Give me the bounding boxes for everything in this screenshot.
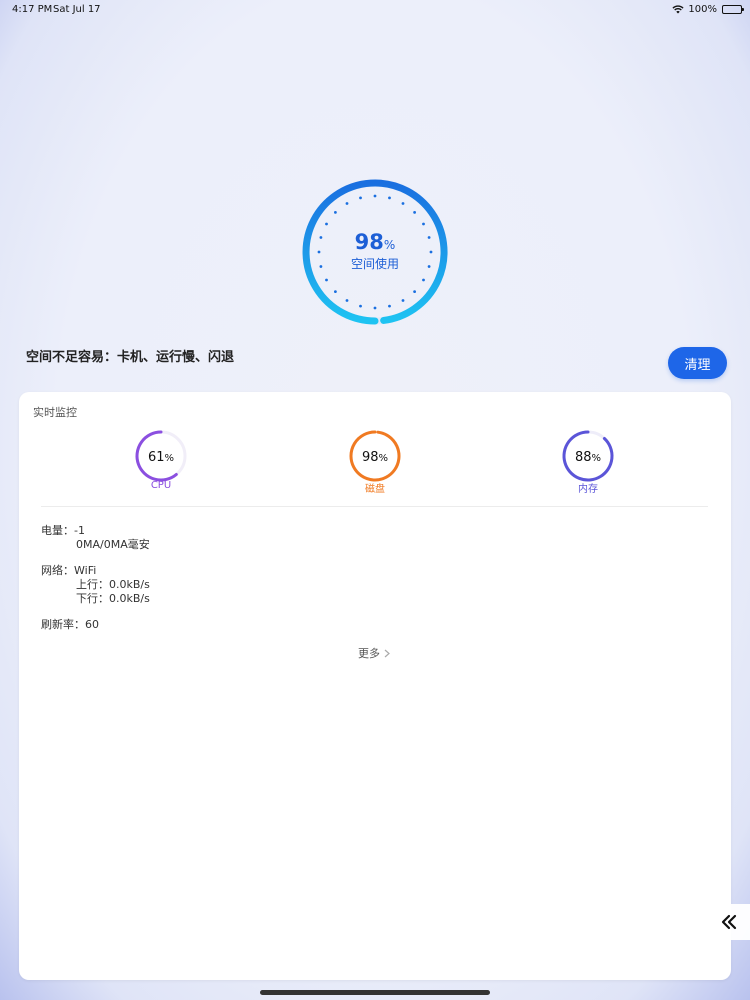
- dial-dot: [345, 299, 349, 302]
- double-chevron-left-icon: [721, 914, 736, 930]
- battery-icon: [722, 5, 744, 14]
- monitor-title: 实时监控: [33, 406, 77, 419]
- wifi-icon: [672, 5, 684, 14]
- dial-dot: [334, 290, 337, 293]
- status-bar: 4:17 PM Sat Jul 17 100%: [0, 0, 750, 20]
- battery-percent: 100%: [688, 4, 717, 15]
- storage-unit: %: [383, 238, 396, 252]
- status-date: Sat Jul 17: [53, 4, 101, 15]
- refresh-row: 刷新率：60: [41, 616, 99, 632]
- dial-dot: [359, 304, 362, 308]
- dial-dot: [334, 211, 337, 214]
- dial-dot: [345, 202, 349, 205]
- more-label: 更多: [358, 647, 380, 660]
- storage-label: 空间使用: [350, 257, 399, 271]
- more-link[interactable]: 更多: [358, 645, 390, 661]
- storage-percent: 98: [354, 230, 384, 254]
- home-indicator: [260, 990, 490, 995]
- status-time: 4:17 PM: [12, 4, 53, 15]
- side-collapse-button[interactable]: [707, 904, 750, 940]
- dial-dot: [401, 202, 405, 205]
- dial-dot: [325, 278, 328, 282]
- dial-dot: [325, 222, 328, 226]
- memory-label: 内存: [578, 484, 598, 495]
- chevron-right-icon: [384, 649, 390, 657]
- disk-label: 磁盘: [365, 484, 385, 495]
- divider: [41, 506, 708, 507]
- dial-dot: [373, 194, 377, 198]
- battery-detail: 0MA/0MA毫安: [76, 538, 150, 551]
- storage-readout: 98% 空间使用: [301, 230, 449, 272]
- refresh-label: 刷新率：: [41, 618, 85, 631]
- network-down: 下行：0.0kB/s: [76, 592, 150, 605]
- cpu-label: CPU: [150, 480, 172, 491]
- dial-dot: [422, 278, 425, 282]
- dial-dot: [388, 304, 391, 308]
- dial-dot: [373, 306, 377, 310]
- dial-dot: [401, 299, 405, 302]
- clean-button[interactable]: 清理: [668, 347, 727, 379]
- storage-warning: 空间不足容易：卡机、运行慢、闪退: [26, 350, 235, 365]
- memory-value: 88%: [574, 450, 602, 465]
- cpu-value: 61%: [147, 450, 175, 465]
- monitor-card: 实时监控 61% CPU 98% 磁盘 88% 内存 电量：-1 0MA/0MA…: [19, 392, 731, 980]
- status-right: 100%: [672, 4, 717, 15]
- disk-value: 98%: [361, 450, 389, 465]
- refresh-value: 60: [85, 618, 99, 631]
- dial-dot: [413, 290, 416, 293]
- dial-dot: [413, 211, 416, 214]
- battery-label: 电量：: [41, 524, 74, 537]
- network-label: 网络：: [41, 564, 74, 577]
- dial-dot: [388, 196, 391, 200]
- dial-dot: [359, 196, 362, 200]
- dial-dot: [422, 222, 425, 226]
